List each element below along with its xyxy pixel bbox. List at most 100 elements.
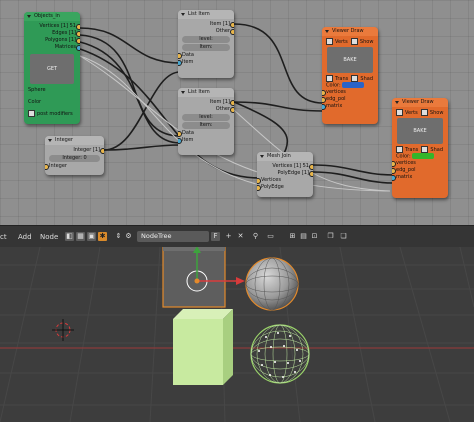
socket-icon[interactable] <box>76 38 80 44</box>
item-field[interactable]: Item: <box>182 122 230 129</box>
socket-icon[interactable] <box>309 171 313 177</box>
item-output[interactable]: Item [1] <box>182 21 234 28</box>
select-menu[interactable]: ct <box>0 232 7 242</box>
vertices-input[interactable]: Vertices <box>257 177 309 184</box>
sverchok-nodes-icon[interactable]: ✱ <box>98 232 107 241</box>
collapse-icon[interactable] <box>48 139 52 142</box>
socket-icon[interactable] <box>257 185 261 191</box>
node-header[interactable]: Integer <box>45 136 104 145</box>
collapse-icon[interactable] <box>260 155 264 158</box>
backdrop-icon[interactable]: ▭ <box>266 232 275 241</box>
show-toggle[interactable]: Show <box>360 39 374 45</box>
snap-element-icon[interactable]: ▤ <box>299 232 308 241</box>
vertices-output[interactable]: Vertices [1] 51 <box>261 163 313 170</box>
item-field[interactable]: Item: <box>182 44 230 51</box>
new-tree-button[interactable]: + <box>224 232 233 241</box>
matrices-output[interactable]: Matrices <box>28 44 80 51</box>
collapse-icon[interactable] <box>27 15 31 18</box>
checkbox-icon[interactable] <box>326 75 333 82</box>
objects-in-node[interactable]: Objects_in Vertices [1] 51 Edges [1] Pol… <box>24 12 80 124</box>
green-cube[interactable] <box>173 309 233 385</box>
add-menu[interactable]: Add <box>18 232 32 242</box>
checkbox-icon[interactable] <box>420 109 428 116</box>
socket-icon[interactable] <box>322 104 326 110</box>
node-menu[interactable]: Node <box>40 232 58 242</box>
bake-button[interactable]: BAKE <box>327 47 373 73</box>
list-item-node-2[interactable]: List Item Item [1] Other level: Item: Da… <box>178 88 234 155</box>
edg-pol-input[interactable]: edg_pol <box>322 96 374 103</box>
post-modifiers-toggle[interactable]: post modifiers <box>28 110 76 117</box>
paste-icon[interactable]: ❏ <box>339 232 348 241</box>
show-toggle[interactable]: Show <box>430 110 444 116</box>
item-input[interactable]: Item <box>178 137 230 144</box>
unlink-tree-button[interactable]: ✕ <box>236 232 245 241</box>
integer-node[interactable]: Integer Integer [1] Integer: 0 Integer <box>45 136 104 175</box>
item-output[interactable]: Item [1] <box>182 99 234 106</box>
socket-icon[interactable] <box>76 24 80 30</box>
checkbox-icon[interactable] <box>350 38 358 45</box>
checkbox-icon[interactable] <box>421 146 429 153</box>
checkbox-icon[interactable] <box>28 110 35 117</box>
node-tree-browse-icon[interactable]: ⇕ <box>114 232 123 241</box>
integer-output[interactable]: Integer [1] <box>49 147 104 154</box>
socket-icon[interactable] <box>230 107 234 113</box>
viewport-scene[interactable] <box>0 247 474 422</box>
grey-sphere[interactable] <box>245 257 299 311</box>
node-header[interactable]: Viewer Draw <box>322 27 378 36</box>
vertices-output[interactable]: Vertices [1] 51 <box>28 23 80 30</box>
edges-output[interactable]: Edges [1] <box>28 30 80 37</box>
data-input[interactable]: Data <box>178 52 230 59</box>
3d-viewport[interactable] <box>0 247 474 422</box>
vertices-input[interactable]: vertices <box>322 89 374 96</box>
socket-icon[interactable] <box>76 31 80 37</box>
collapse-icon[interactable] <box>325 30 329 33</box>
socket-icon[interactable] <box>230 29 234 35</box>
node-header[interactable]: Mesh Join <box>257 152 313 161</box>
pin-icon[interactable]: ⚲ <box>251 232 260 241</box>
get-button[interactable]: GET <box>30 54 74 84</box>
socket-icon[interactable] <box>309 164 313 170</box>
collapse-icon[interactable] <box>181 13 185 16</box>
integer-field[interactable]: Integer: 0 <box>49 155 100 162</box>
edg-pol-input[interactable]: edg_pol <box>392 167 444 174</box>
checkbox-icon[interactable] <box>396 109 403 116</box>
checkbox-icon[interactable] <box>396 146 403 153</box>
matrix-input[interactable]: matrix <box>392 174 444 181</box>
socket-icon[interactable] <box>230 22 234 28</box>
socket-icon[interactable] <box>76 45 80 51</box>
socket-icon[interactable] <box>178 60 182 66</box>
list-item-node-1[interactable]: List Item Item [1] Other level: Item: Da… <box>178 10 234 78</box>
node-header[interactable]: Objects_in <box>24 12 80 21</box>
matrix-input[interactable]: matrix <box>322 103 374 110</box>
texture-nodes-icon[interactable]: ▦ <box>76 232 85 241</box>
checkbox-icon[interactable] <box>351 75 359 82</box>
selected-cube[interactable] <box>162 247 226 308</box>
vertices-input[interactable]: vertices <box>392 160 444 167</box>
node-header[interactable]: List Item <box>178 88 234 97</box>
verts-toggle[interactable]: Verts <box>405 110 418 116</box>
collapse-icon[interactable] <box>181 91 185 94</box>
viewer-draw-node-2[interactable]: Viewer Draw Verts Show BAKE Trans Shad C… <box>392 98 448 198</box>
bake-button[interactable]: BAKE <box>397 118 443 144</box>
data-input[interactable]: Data <box>178 130 230 137</box>
fake-user-button[interactable]: F <box>211 232 220 241</box>
level-field[interactable]: level: <box>182 114 230 121</box>
checkbox-icon[interactable] <box>326 38 333 45</box>
collapse-icon[interactable] <box>395 101 399 104</box>
socket-icon[interactable] <box>45 164 49 170</box>
mesh-join-node[interactable]: Mesh Join Vertices [1] 51 PolyEdge [1] V… <box>257 152 313 197</box>
verts-toggle[interactable]: Verts <box>335 39 348 45</box>
node-editor[interactable]: Objects_in Vertices [1] 51 Edges [1] Pol… <box>0 0 474 225</box>
node-tree-type-icon[interactable]: ⚙ <box>124 232 133 241</box>
node-header[interactable]: Viewer Draw <box>392 98 448 107</box>
object-nodes-icon[interactable]: ◧ <box>65 232 74 241</box>
polyedge-input[interactable]: PolyEdge <box>257 184 309 191</box>
socket-icon[interactable] <box>178 138 182 144</box>
copy-icon[interactable]: ❐ <box>326 232 335 241</box>
snap-node-icon[interactable]: ⊡ <box>310 232 319 241</box>
color-swatch[interactable] <box>412 153 435 159</box>
snap-icon[interactable]: ⊞ <box>288 232 297 241</box>
socket-icon[interactable] <box>230 100 234 106</box>
level-field[interactable]: level: <box>182 36 230 43</box>
viewer-draw-node-1[interactable]: Viewer Draw Verts Show BAKE Trans Shad C… <box>322 27 378 124</box>
